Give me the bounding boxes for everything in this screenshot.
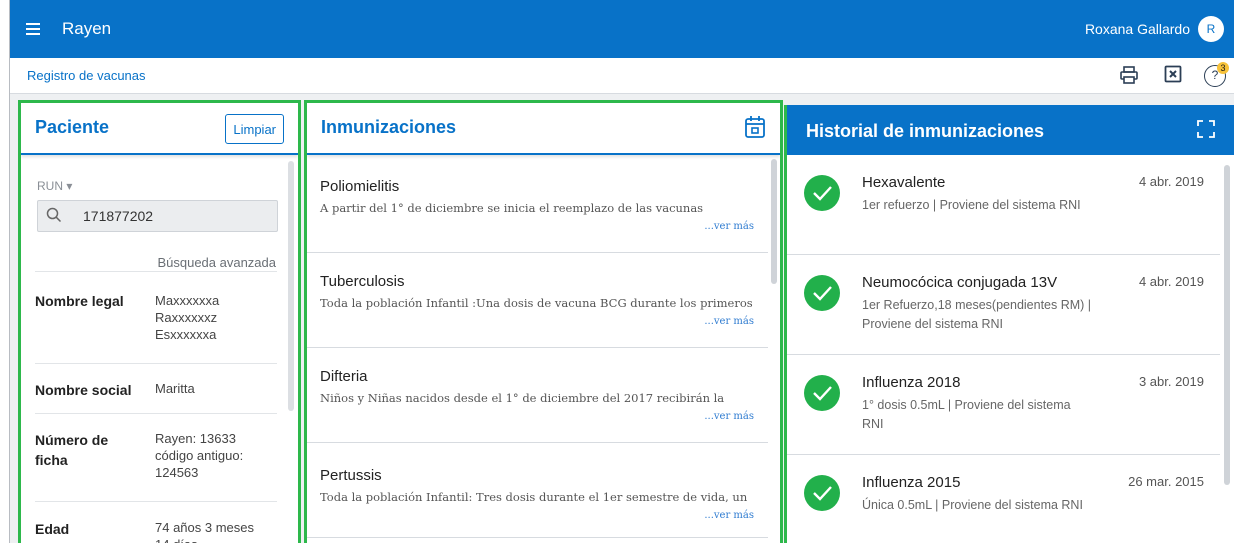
history-vaccine-name: Influenza 2018: [862, 374, 961, 391]
history-item[interactable]: Hexavalente 4 abr. 2019 1er refuerzo | P…: [787, 155, 1220, 255]
history-panel: Historial de inmunizaciones Hexavalente …: [784, 105, 1234, 543]
print-icon[interactable]: [1118, 65, 1140, 87]
patient-panel-header: Paciente Limpiar: [21, 103, 298, 155]
history-panel-header: Historial de inmunizaciones: [787, 105, 1234, 155]
list-item[interactable]: Poliomielitis A partir del 1° de diciemb…: [307, 158, 768, 253]
vaccine-description: A partir del 1° de diciembre se inicia e…: [320, 201, 704, 215]
info-value: Maxxxxxxa Raxxxxxxz Esxxxxxxa: [155, 293, 220, 342]
vaccine-description: Toda la población Infantil: Tres dosis d…: [320, 490, 748, 504]
app-title[interactable]: Rayen: [62, 18, 111, 40]
history-detail: 1° dosis 0.5mL | Proviene del sistema RN…: [862, 398, 1071, 431]
calendar-icon[interactable]: [744, 115, 766, 139]
immunizations-scrollbar[interactable]: [771, 159, 777, 284]
immunizations-panel-header: Inmunizaciones: [307, 103, 780, 155]
help-icon[interactable]: ? 3: [1204, 62, 1229, 87]
close-record-icon[interactable]: [1162, 65, 1184, 87]
info-row-numero-ficha: Número de ficha Rayen: 13633 código anti…: [35, 413, 277, 501]
info-label: Número de ficha: [35, 432, 109, 468]
run-search-input[interactable]: 171877202: [37, 200, 278, 232]
see-more-link[interactable]: ...ver más: [704, 221, 754, 232]
history-vaccine-name: Influenza 2015: [862, 474, 961, 491]
see-more-link[interactable]: ...ver más: [704, 411, 754, 422]
history-date: 4 abr. 2019: [1138, 274, 1204, 289]
vaccine-name: Difteria: [320, 368, 368, 385]
check-circle-icon: [804, 175, 840, 211]
history-scrollbar[interactable]: [1224, 165, 1230, 485]
vaccine-description: Toda la población Infantil :Una dosis de…: [320, 296, 753, 310]
history-vaccine-name: Hexavalente: [862, 174, 946, 191]
check-circle-icon: [804, 275, 840, 311]
history-date: 26 mar. 2015: [1128, 474, 1204, 489]
info-row-nombre-social: Nombre social Maritta: [35, 363, 277, 413]
run-search-value: 171877202: [83, 208, 154, 224]
vaccine-description: Niños y Niñas nacidos desde el 1° de dic…: [320, 391, 725, 405]
info-label: Nombre legal: [35, 293, 124, 309]
patient-panel: Paciente Limpiar RUN ▾ 171877202 Búsqued…: [18, 100, 301, 543]
search-icon: [46, 207, 62, 223]
info-value: Rayen: 13633 código antiguo: 124563: [155, 431, 244, 480]
info-value: 74 años 3 meses 14 días: [155, 520, 255, 543]
history-date: 3 abr. 2019: [1138, 374, 1204, 389]
list-item[interactable]: Difteria Niños y Niñas nacidos desde el …: [307, 348, 768, 443]
user-name[interactable]: Roxana Gallardo: [1085, 20, 1190, 38]
app-window: Rayen Roxana Gallardo R Registro de vacu…: [0, 0, 1234, 543]
avatar[interactable]: R: [1198, 16, 1224, 42]
info-label: Nombre social: [35, 382, 132, 398]
info-row-nombre-legal: Nombre legal Maxxxxxxa Raxxxxxxz Esxxxxx…: [35, 271, 277, 363]
info-label: Edad: [35, 521, 70, 537]
window-edge: [0, 0, 10, 543]
hamburger-menu-icon[interactable]: [26, 18, 48, 40]
history-panel-title: Historial de inmunizaciones: [806, 121, 1045, 141]
vaccine-name: Pertussis: [320, 467, 382, 484]
breadcrumb-bar: Registro de vacunas ? 3: [10, 58, 1234, 94]
history-item[interactable]: Influenza 2018 3 abr. 2019 1° dosis 0.5m…: [787, 355, 1220, 455]
history-item[interactable]: Influenza 2015 26 mar. 2015 Única 0.5mL …: [787, 455, 1220, 543]
vaccine-name: Poliomielitis: [320, 178, 400, 195]
check-circle-icon: [804, 375, 840, 411]
info-value: Maritta: [155, 381, 195, 396]
history-item[interactable]: Neumocócica conjugada 13V 4 abr. 2019 1e…: [787, 255, 1220, 355]
info-row-edad: Edad 74 años 3 meses 14 días: [35, 501, 277, 543]
list-item[interactable]: Tuberculosis Toda la población Infantil …: [307, 253, 768, 348]
see-more-link[interactable]: ...ver más: [704, 316, 754, 327]
history-detail: 1er refuerzo | Proviene del sistema RNI: [862, 198, 1081, 212]
history-detail: Única 0.5mL | Proviene del sistema RNI: [862, 498, 1083, 512]
history-vaccine-name: Neumocócica conjugada 13V: [862, 274, 1058, 291]
list-item[interactable]: Pertussis Toda la población Infantil: Tr…: [307, 443, 768, 538]
history-detail: 1er Refuerzo,18 meses(pendientes RM) | P…: [862, 298, 1092, 331]
vaccine-name: Tuberculosis: [320, 273, 405, 290]
history-date: 4 abr. 2019: [1138, 174, 1204, 189]
breadcrumb[interactable]: Registro de vacunas: [27, 68, 146, 83]
immunizations-panel: Inmunizaciones Poliomielitis A partir de…: [304, 100, 783, 543]
advanced-search-link[interactable]: Búsqueda avanzada: [157, 255, 276, 270]
check-circle-icon: [804, 475, 840, 511]
clear-button[interactable]: Limpiar: [225, 114, 284, 144]
top-app-bar: Rayen Roxana Gallardo R: [10, 0, 1234, 58]
patient-scrollbar[interactable]: [288, 161, 294, 411]
immunizations-panel-title: Inmunizaciones: [321, 117, 457, 137]
run-type-dropdown[interactable]: RUN ▾: [37, 179, 72, 193]
notification-badge: 3: [1217, 62, 1229, 74]
patient-panel-title: Paciente: [35, 117, 110, 137]
fullscreen-icon[interactable]: [1196, 119, 1216, 139]
see-more-link[interactable]: ...ver más: [704, 510, 754, 521]
